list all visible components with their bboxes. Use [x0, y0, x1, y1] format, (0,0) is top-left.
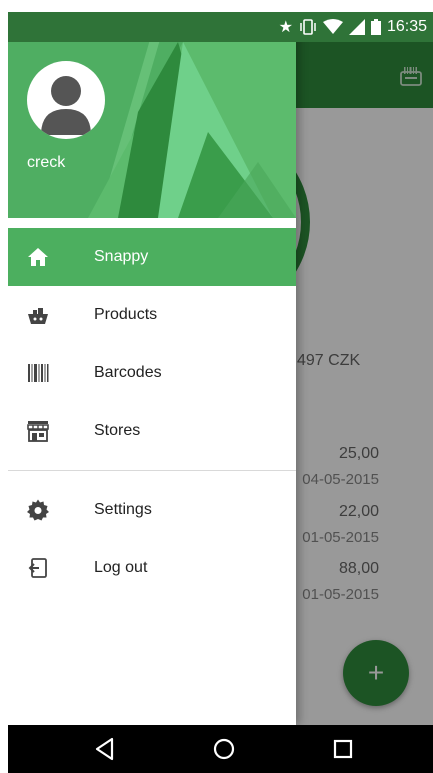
- menu-divider: [8, 470, 296, 471]
- navigation-drawer: creck Snappy Products Barcodes Stores Se…: [8, 12, 296, 725]
- barcode-icon: [28, 364, 49, 382]
- recent-apps-icon[interactable]: [330, 736, 356, 762]
- user-silhouette-icon: [41, 76, 91, 135]
- menu-item-products[interactable]: Products: [8, 286, 296, 344]
- battery-icon: [370, 19, 381, 35]
- status-bar: ★ 16:35: [8, 12, 433, 42]
- basket-icon: [28, 308, 48, 324]
- gear-icon: [27, 499, 49, 521]
- home-icon: [28, 248, 48, 266]
- status-icons: ★ 16:35: [279, 18, 427, 36]
- avatar[interactable]: [27, 61, 105, 139]
- vibrate-icon: [300, 19, 316, 35]
- home-circle-icon[interactable]: [211, 736, 237, 762]
- username: creck: [27, 154, 66, 171]
- drawer-menu: Snappy Products Barcodes Stores Settings…: [8, 228, 296, 597]
- menu-label: Stores: [94, 422, 141, 439]
- menu-item-stores[interactable]: Stores: [8, 402, 296, 460]
- menu-item-settings[interactable]: Settings: [8, 481, 296, 539]
- menu-item-barcodes[interactable]: Barcodes: [8, 344, 296, 402]
- store-icon: [27, 421, 49, 442]
- back-icon[interactable]: [92, 736, 118, 762]
- logout-icon: [28, 558, 47, 578]
- menu-label: Products: [94, 306, 158, 323]
- menu-label: Barcodes: [94, 364, 162, 381]
- drawer-header: creck: [8, 12, 296, 218]
- menu-item-snappy[interactable]: Snappy: [8, 228, 296, 286]
- status-time: 16:35: [386, 18, 427, 35]
- signal-icon: [348, 19, 365, 35]
- menu-label: Log out: [94, 559, 148, 576]
- wifi-icon: [322, 19, 343, 34]
- menu-label: Snappy: [94, 248, 149, 265]
- menu-label: Settings: [94, 501, 152, 518]
- menu-item-logout[interactable]: Log out: [8, 539, 296, 597]
- star-icon: ★: [278, 19, 293, 36]
- screen: ★ 16:35 497 CZK 25,00 04-05-2015 22,00 0…: [8, 12, 433, 773]
- system-nav-bar: [8, 725, 433, 773]
